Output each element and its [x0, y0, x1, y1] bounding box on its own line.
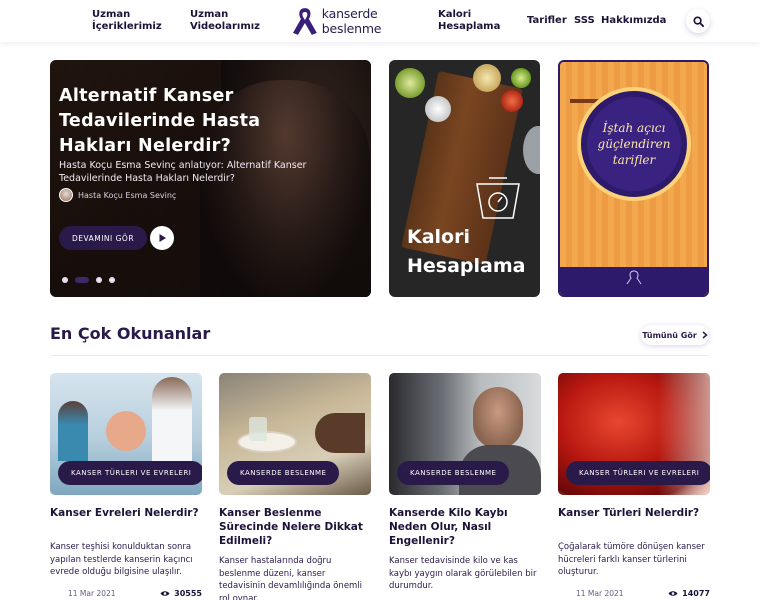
- nav-hakkimizda[interactable]: Hakkımızda: [601, 15, 666, 27]
- recipes-plate: İştah açıcı güçlendiren tarifler: [577, 87, 691, 201]
- eye-icon: [160, 591, 170, 596]
- article-image: KANSERDE BESLENME: [219, 373, 371, 495]
- search-button[interactable]: [686, 9, 710, 33]
- section-title: En Çok Okunanlar: [50, 324, 211, 343]
- nav-label: Uzman: [92, 9, 131, 20]
- author-name: Hasta Koçu Esma Sevinç: [78, 190, 177, 200]
- article-card[interactable]: KANSERDE BESLENME Kanser Beslenme Süreci…: [219, 373, 371, 600]
- section-divider: [50, 355, 709, 356]
- nav-label: SSS: [574, 15, 595, 26]
- nav-label: Hesaplama: [438, 21, 501, 32]
- search-icon: [692, 15, 704, 27]
- elderly-man-face: [473, 387, 523, 449]
- slider-dot[interactable]: [62, 277, 68, 283]
- article-image: KANSER TÜRLERI VE EVRELERI: [558, 373, 710, 495]
- article-date: 11 Mar 2021: [68, 589, 116, 598]
- person-image: [315, 413, 365, 453]
- doctor-figure: [152, 377, 192, 461]
- views-count: 14077: [682, 589, 710, 598]
- article-meta: 11 Mar 2021 30555: [50, 589, 202, 600]
- eye-icon: [668, 591, 678, 596]
- food-image: [511, 68, 531, 88]
- views-count: 30555: [174, 589, 202, 598]
- article-title[interactable]: Kanserde Kilo Kaybı Neden Olur, Nasıl En…: [389, 506, 539, 548]
- category-tag[interactable]: KANSERDE BESLENME: [397, 461, 510, 485]
- hero-title[interactable]: Alternatif Kanser Tedavilerinde Hasta Ha…: [59, 84, 309, 159]
- slider-dots: [62, 277, 122, 283]
- logo-text: kanserde beslenme: [321, 6, 382, 36]
- hero-author: Hasta Koçu Esma Sevinç: [59, 188, 176, 202]
- article-meta: 11 Mar 2021 14077: [558, 589, 710, 600]
- food-image: [473, 64, 501, 92]
- category-tag[interactable]: KANSER TÜRLERI VE EVRELERI: [58, 461, 202, 485]
- recipes-card[interactable]: İştah açıcı güçlendiren tarifler: [558, 60, 709, 297]
- nav-label: Videolarımız: [190, 21, 261, 32]
- article-date: 11 Mar 2021: [576, 589, 624, 598]
- article-description: Çoğalarak tümöre dönüşen kanser hücreler…: [558, 542, 705, 577]
- kitchen-scale-icon: [476, 177, 520, 219]
- nav-kalori-hesaplama[interactable]: Kalori Hesaplama: [438, 9, 500, 33]
- patient-figure: [106, 411, 146, 451]
- brand-mark-icon: [626, 270, 642, 285]
- read-more-button[interactable]: DEVAMINI GÖR: [59, 226, 147, 250]
- nav-tarifler[interactable]: Tarifler: [527, 15, 567, 27]
- recipes-card-title: İştah açıcı güçlendiren tarifler: [587, 97, 681, 191]
- article-title[interactable]: Kanser Beslenme Sürecinde Nelere Dikkat …: [219, 506, 369, 548]
- nav-label: Tarifler: [527, 15, 567, 26]
- article-views: 14077: [668, 589, 710, 598]
- article-image: KANSERDE BESLENME: [389, 373, 541, 495]
- calorie-calculator-card[interactable]: Kalori Hesaplama: [389, 60, 540, 297]
- article-card[interactable]: KANSER TÜRLERI VE EVRELERI Kanser Türler…: [558, 373, 710, 598]
- calorie-card-title: Kalori Hesaplama: [407, 226, 526, 277]
- ribbon-logo-icon: [292, 8, 317, 35]
- slider-dot-active[interactable]: [75, 277, 89, 283]
- nav-label: Uzman: [190, 9, 229, 20]
- plate-image: [237, 431, 297, 453]
- play-icon: [159, 234, 166, 242]
- category-tag[interactable]: KANSERDE BESLENME: [227, 461, 340, 485]
- food-image: [501, 90, 523, 112]
- article-card[interactable]: KANSERDE BESLENME Kanserde Kilo Kaybı Ne…: [389, 373, 541, 591]
- see-all-label: Tümünü Gör: [642, 330, 697, 340]
- article-description: Kanser hastalarında doğru beslenme düzen…: [219, 556, 363, 600]
- nav-label: İçeriklerimiz: [92, 21, 162, 32]
- site-header: Uzman İçeriklerimiz Uzman Videolarımız k…: [0, 0, 760, 42]
- food-image: [395, 68, 425, 98]
- article-description: Kanser tedavisinde kilo ve kas kaybı yay…: [389, 556, 537, 591]
- nurse-figure: [58, 401, 88, 461]
- article-title[interactable]: Kanser Türleri Nelerdir?: [558, 506, 708, 520]
- slider-dot[interactable]: [109, 277, 115, 283]
- nav-uzman-icerikleri[interactable]: Uzman İçeriklerimiz: [92, 9, 162, 33]
- chevron-right-icon: [702, 331, 708, 339]
- avatar: [59, 188, 73, 202]
- slider-dot[interactable]: [96, 277, 102, 283]
- see-all-button[interactable]: Tümünü Gör: [641, 325, 709, 345]
- article-views: 30555: [160, 589, 202, 598]
- article-title[interactable]: Kanser Evreleri Nelerdir?: [50, 506, 200, 520]
- glass-image: [249, 417, 267, 441]
- article-image: KANSER TÜRLERI VE EVRELERI: [50, 373, 202, 495]
- nav-label: Kalori: [438, 9, 472, 20]
- nav-uzman-videolari[interactable]: Uzman Videolarımız: [190, 9, 260, 33]
- category-tag[interactable]: KANSER TÜRLERI VE EVRELERI: [566, 461, 710, 485]
- site-logo[interactable]: kanserde beslenme: [290, 5, 440, 37]
- article-card[interactable]: KANSER TÜRLERI VE EVRELERI Kanser Evrele…: [50, 373, 202, 598]
- hero-subtitle: Hasta Koçu Esma Sevinç anlatıyor: Altern…: [59, 160, 307, 184]
- play-button[interactable]: [150, 226, 174, 250]
- nav-label: Hakkımızda: [601, 15, 667, 26]
- hero-slider[interactable]: Alternatif Kanser Tedavilerinde Hasta Ha…: [50, 60, 371, 297]
- nav-sss[interactable]: SSS: [574, 15, 595, 27]
- article-description: Kanser teşhisi konulduktan sonra yapılan…: [50, 542, 193, 577]
- food-image: [425, 96, 451, 122]
